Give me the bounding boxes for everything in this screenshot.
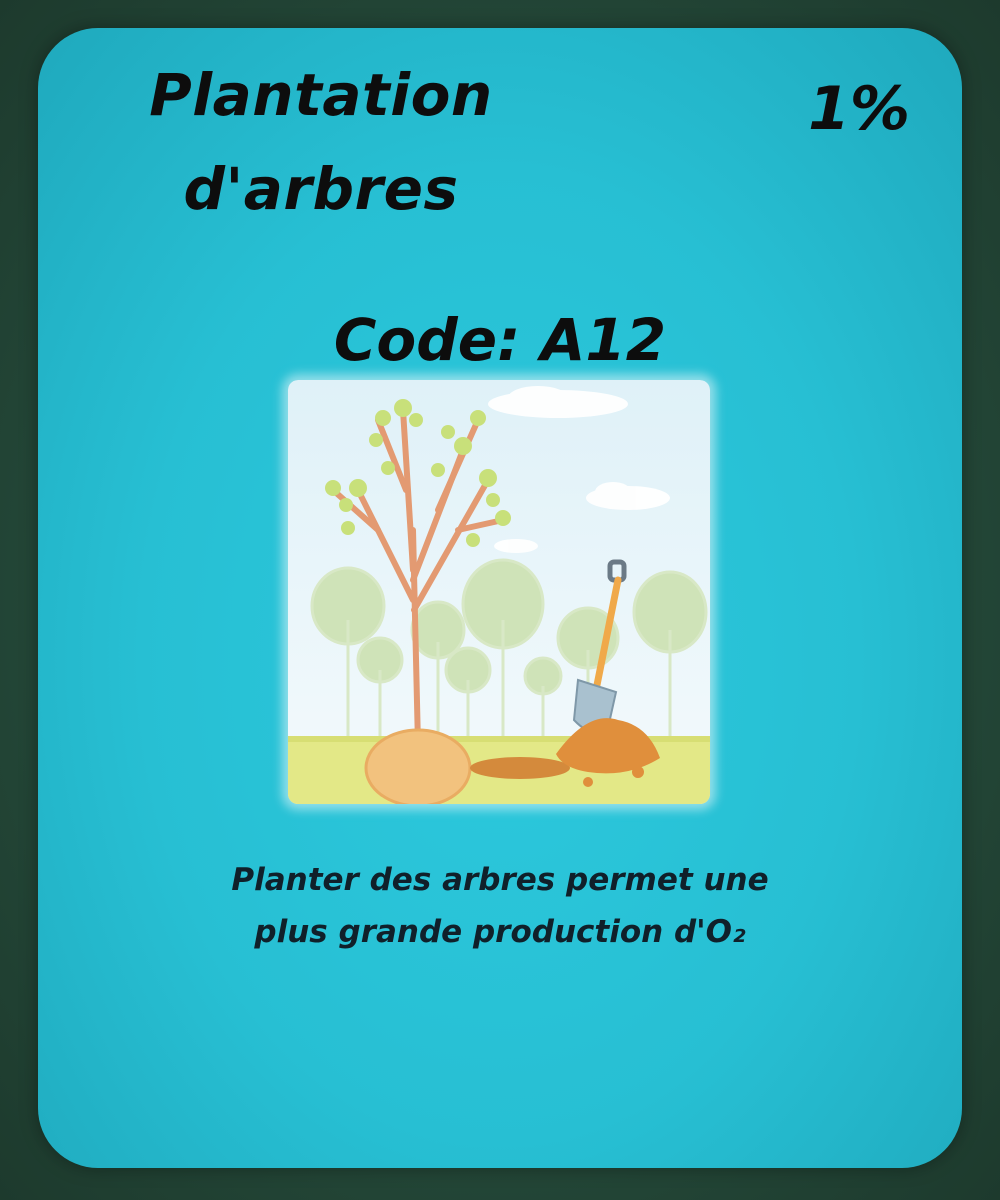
card-title: Plantation d'arbres <box>86 48 556 236</box>
action-card[interactable]: Plantation d'arbres 1% Code: A12 Planter… <box>38 28 962 1168</box>
card-code: Code: A12 <box>333 306 667 374</box>
card-description: Planter des arbres permet une plus grand… <box>98 854 902 958</box>
root-ball-icon <box>364 728 472 804</box>
card-title-line2: d'arbres <box>183 155 459 223</box>
card-percent: 1% <box>808 74 910 144</box>
card-title-line1: Plantation <box>149 61 493 129</box>
card-description-line1: Planter des arbres permet une <box>231 862 769 898</box>
tree-planting-illustration <box>288 380 710 804</box>
card-description-line2: plus grande production d'O₂ <box>254 914 746 950</box>
